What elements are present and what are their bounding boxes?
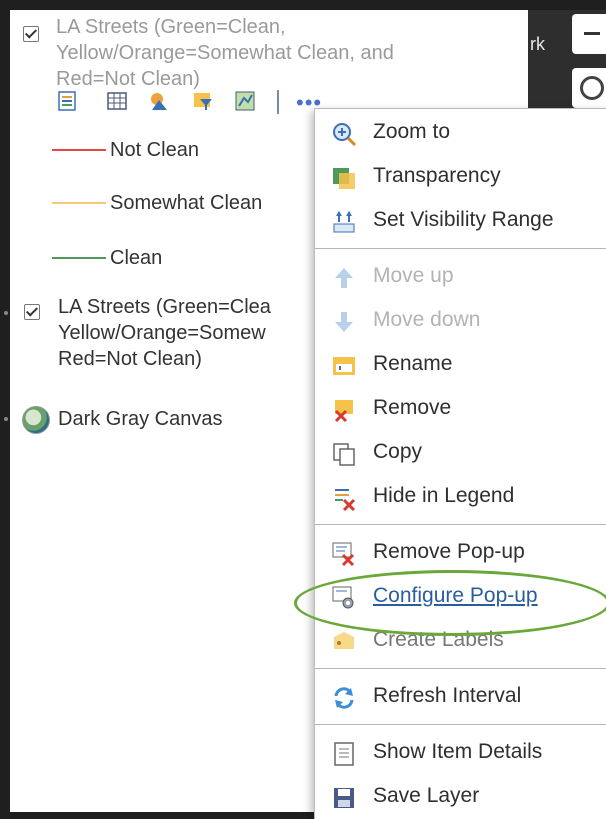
legend-line-somewhat-clean bbox=[52, 202, 106, 204]
layer2-title-line-1: LA Streets (Green=Clea bbox=[58, 296, 271, 318]
layer1-title-line-2: Yellow/Orange=Somewhat Clean, and bbox=[56, 42, 394, 64]
legend-line-clean bbox=[52, 257, 106, 259]
zoom-to-icon bbox=[333, 123, 357, 147]
layer1-title-line-1: LA Streets (Green=Clean, bbox=[56, 16, 286, 38]
copy-icon bbox=[333, 443, 355, 466]
layer2-title-line-2: Yellow/Orange=Somew bbox=[58, 322, 266, 344]
legend-label-not-clean: Not Clean bbox=[110, 139, 199, 161]
basemap-globe-icon bbox=[22, 406, 50, 434]
menu-divider-4 bbox=[315, 724, 606, 725]
locate-icon bbox=[580, 76, 604, 100]
menu-label-show-item-details: Show Item Details bbox=[373, 740, 543, 763]
menu-label-zoom-to: Zoom to bbox=[373, 120, 451, 143]
zoom-out-button[interactable] bbox=[572, 14, 606, 54]
layer2-title-line-3: Red=Not Clean) bbox=[58, 348, 202, 370]
menu-label-hide-in-legend: Hide in Legend bbox=[373, 484, 515, 507]
menu-divider-2 bbox=[315, 524, 606, 525]
arrow-down-icon bbox=[335, 312, 353, 332]
menu-item-move-up: Move up bbox=[315, 255, 606, 299]
highlight-annotation-oval bbox=[294, 570, 606, 636]
menu-label-rename: Rename bbox=[373, 352, 453, 375]
menu-label-remove-popup: Remove Pop-up bbox=[373, 540, 525, 563]
menu-item-refresh-interval[interactable]: Refresh Interval bbox=[315, 675, 606, 719]
menu-item-rename[interactable]: Rename bbox=[315, 343, 606, 387]
remove-popup-icon bbox=[332, 542, 355, 567]
toolbar-separator bbox=[277, 90, 279, 114]
legend-label-somewhat-clean: Somewhat Clean bbox=[110, 192, 263, 214]
arrow-up-icon bbox=[335, 268, 353, 288]
menu-item-remove-popup[interactable]: Remove Pop-up bbox=[315, 531, 606, 575]
menu-label-move-up: Move up bbox=[373, 264, 454, 287]
menu-item-move-down: Move down bbox=[315, 299, 606, 343]
legend-label-clean: Clean bbox=[110, 247, 163, 269]
layer-context-menu: Zoom to Transparency Set Visibility Rang… bbox=[314, 108, 606, 819]
table-icon[interactable] bbox=[106, 90, 128, 112]
menu-divider-1 bbox=[315, 248, 606, 249]
map-side-label: rk bbox=[530, 34, 545, 54]
legend-icon[interactable] bbox=[56, 90, 78, 112]
basemap-title: Dark Gray Canvas bbox=[58, 408, 223, 430]
basemap-drag-handle[interactable] bbox=[4, 417, 8, 421]
layer2-visibility-checkbox[interactable] bbox=[24, 304, 40, 320]
symbol-icon[interactable] bbox=[148, 90, 170, 112]
layer1-title-line-3: Red=Not Clean) bbox=[56, 68, 200, 90]
menu-item-save-layer[interactable]: Save Layer bbox=[315, 775, 606, 819]
map-edit-icon[interactable] bbox=[234, 90, 256, 112]
menu-item-copy[interactable]: Copy bbox=[315, 431, 606, 475]
menu-label-move-down: Move down bbox=[373, 308, 481, 331]
filter-icon[interactable] bbox=[192, 90, 214, 112]
refresh-icon bbox=[334, 687, 354, 709]
menu-item-hide-in-legend[interactable]: Hide in Legend bbox=[315, 475, 606, 519]
remove-icon bbox=[334, 400, 353, 423]
visibility-range-icon bbox=[333, 211, 355, 233]
menu-item-transparency[interactable]: Transparency bbox=[315, 155, 606, 199]
menu-label-transparency: Transparency bbox=[373, 164, 501, 187]
menu-item-zoom-to[interactable]: Zoom to bbox=[315, 111, 606, 155]
menu-item-show-item-details[interactable]: Show Item Details bbox=[315, 731, 606, 775]
layer1-visibility-checkbox[interactable] bbox=[23, 26, 39, 42]
minus-icon bbox=[584, 32, 600, 35]
hide-legend-icon bbox=[335, 489, 356, 511]
menu-divider-3 bbox=[315, 668, 606, 669]
menu-label-copy: Copy bbox=[373, 440, 423, 463]
layer2-drag-handle[interactable] bbox=[4, 311, 8, 315]
item-details-icon bbox=[334, 742, 354, 766]
legend-line-not-clean bbox=[52, 149, 106, 151]
menu-label-set-visibility-range: Set Visibility Range bbox=[373, 208, 554, 231]
transparency-icon bbox=[333, 168, 355, 189]
menu-item-set-visibility-range[interactable]: Set Visibility Range bbox=[315, 199, 606, 243]
menu-item-remove[interactable]: Remove bbox=[315, 387, 606, 431]
menu-label-save-layer: Save Layer bbox=[373, 784, 480, 807]
map-widget-button[interactable] bbox=[572, 68, 606, 108]
rename-icon bbox=[333, 357, 355, 375]
create-labels-icon bbox=[334, 632, 354, 649]
menu-label-refresh-interval: Refresh Interval bbox=[373, 684, 522, 707]
save-icon bbox=[334, 788, 354, 808]
menu-label-remove: Remove bbox=[373, 396, 452, 419]
